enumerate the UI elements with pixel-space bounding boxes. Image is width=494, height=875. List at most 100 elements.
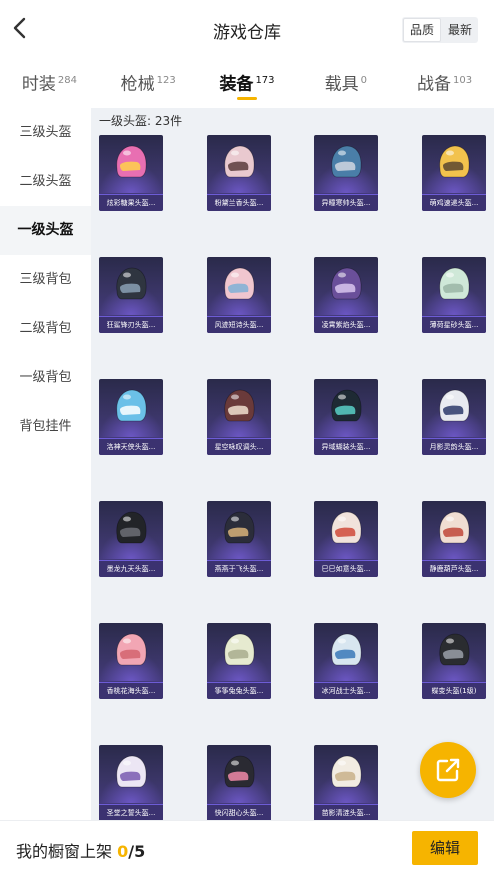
item-card[interactable]: 月影灵韵头盔... <box>422 379 486 455</box>
item-card[interactable]: 巳巳如意头盔... <box>314 501 378 577</box>
external-link-icon <box>436 758 460 782</box>
sidebar-item-level3-backpack[interactable]: 三级背包 <box>0 255 91 304</box>
header: 游戏仓库 品质 最新 <box>0 0 494 58</box>
item-name: 冰河战士头盔... <box>314 682 378 699</box>
item-name: 星空咏叹调头... <box>207 438 271 455</box>
tab-count: 103 <box>453 75 473 86</box>
bottom-bar: 我的橱窗上架 0/5 编辑 <box>0 820 494 875</box>
item-card[interactable]: 蝶变头盔(1级) <box>422 623 486 699</box>
tab-count: 173 <box>255 75 275 86</box>
helmet-icon <box>439 389 470 422</box>
item-name: 圣堂之誓头盔... <box>99 804 163 820</box>
sidebar-item-backpack-charm[interactable]: 背包挂件 <box>0 402 91 451</box>
helmet-icon <box>116 267 147 300</box>
helmet-icon <box>439 633 470 666</box>
helmet-icon <box>224 755 255 788</box>
item-card[interactable]: 薄荷星砂头盔... <box>422 257 486 333</box>
item-card[interactable]: 筝筝兔兔头盔... <box>207 623 271 699</box>
helmet-icon <box>224 633 255 666</box>
item-card[interactable]: 星空咏叹调头... <box>207 379 271 455</box>
item-name: 墨龙九天头盔... <box>99 560 163 577</box>
item-card[interactable]: 炫彩糖果头盔... <box>99 135 163 211</box>
sort-toggle[interactable]: 品质 最新 <box>401 17 478 43</box>
item-name: 巳巳如意头盔... <box>314 560 378 577</box>
item-card[interactable]: 萌鸡速递头盔... <box>422 135 486 211</box>
helmet-icon <box>116 755 147 788</box>
share-button[interactable] <box>420 742 476 798</box>
helmet-icon <box>331 145 362 178</box>
item-name: 炫彩糖果头盔... <box>99 194 163 211</box>
item-name: 苗影清涟头盔... <box>314 804 378 820</box>
helmet-icon <box>331 633 362 666</box>
item-card[interactable]: 香桃花海头盔... <box>99 623 163 699</box>
item-card[interactable]: 粉黛兰香头盔... <box>207 135 271 211</box>
item-name: 洛神天侠头盔... <box>99 438 163 455</box>
edit-button[interactable]: 编辑 <box>412 831 478 865</box>
item-card[interactable]: 冰河战士头盔... <box>314 623 378 699</box>
section-title: 一级头盔: 23件 <box>99 114 183 128</box>
item-name: 粉黛兰香头盔... <box>207 194 271 211</box>
sidebar-item-level3-helmet[interactable]: 三级头盔 <box>0 108 91 157</box>
sidebar-item-level2-backpack[interactable]: 二级背包 <box>0 304 91 353</box>
item-card[interactable]: 圣堂之誓头盔... <box>99 745 163 820</box>
helmet-icon <box>116 389 147 422</box>
item-name: 异瞳寒帅头盔... <box>314 194 378 211</box>
tab-gear[interactable]: 战备 103 <box>395 58 494 108</box>
tab-count: 284 <box>57 75 77 86</box>
item-name: 香桃花海头盔... <box>99 682 163 699</box>
item-card[interactable]: 洛神天侠头盔... <box>99 379 163 455</box>
tab-count: 0 <box>360 75 367 86</box>
helmet-icon <box>439 511 470 544</box>
item-card[interactable]: 狂鲨锋刃头盔... <box>99 257 163 333</box>
tab-fashion[interactable]: 时装 284 <box>0 58 99 108</box>
tab-count: 123 <box>156 75 176 86</box>
item-card[interactable]: 凌霄紫焰头盔... <box>314 257 378 333</box>
item-name: 筝筝兔兔头盔... <box>207 682 271 699</box>
helmet-icon <box>224 389 255 422</box>
item-name: 燕燕于飞头盔... <box>207 560 271 577</box>
item-card[interactable]: 静鹿葫芦头盔... <box>422 501 486 577</box>
tab-label: 装备 <box>219 74 254 95</box>
sort-option-quality[interactable]: 品质 <box>402 18 441 42</box>
item-card[interactable]: 苗影清涟头盔... <box>314 745 378 820</box>
item-grid-area[interactable]: 一级头盔: 23件 炫彩糖果头盔... 粉黛兰香头盔... 异瞳寒帅头盔... 萌鸡速… <box>91 108 494 820</box>
item-name: 异域蝴装头盔... <box>314 438 378 455</box>
helmet-icon <box>331 389 362 422</box>
item-name: 风迹短诗头盔... <box>207 316 271 333</box>
tab-label: 战备 <box>417 74 452 95</box>
item-card[interactable]: 异瞳寒帅头盔... <box>314 135 378 211</box>
helmet-icon <box>224 145 255 178</box>
item-card[interactable]: 风迹短诗头盔... <box>207 257 271 333</box>
tab-guns[interactable]: 枪械 123 <box>99 58 198 108</box>
sort-option-latest[interactable]: 最新 <box>442 17 478 43</box>
item-card[interactable]: 快闪甜心头盔... <box>207 745 271 820</box>
helmet-icon <box>116 633 147 666</box>
helmet-icon <box>331 755 362 788</box>
helmet-icon <box>116 145 147 178</box>
showcase-label: 我的橱窗上架 <box>16 842 118 861</box>
helmet-icon <box>439 267 470 300</box>
item-name: 狂鲨锋刃头盔... <box>99 316 163 333</box>
item-name: 蝶变头盔(1级) <box>422 682 486 699</box>
item-card[interactable]: 墨龙九天头盔... <box>99 501 163 577</box>
item-name: 快闪甜心头盔... <box>207 804 271 820</box>
subcategory-sidebar: 三级头盔 二级头盔 一级头盔 三级背包 二级背包 一级背包 背包挂件 <box>0 108 91 820</box>
tab-label: 时装 <box>21 74 56 95</box>
sidebar-item-level2-helmet[interactable]: 二级头盔 <box>0 157 91 206</box>
helmet-icon <box>331 511 362 544</box>
category-tabs: 时装 284 枪械 123 装备 173 载具 0 战备 103 <box>0 58 494 108</box>
helmet-icon <box>439 145 470 178</box>
item-card[interactable]: 燕燕于飞头盔... <box>207 501 271 577</box>
showcase-capacity: /5 <box>128 842 146 861</box>
tab-equipment[interactable]: 装备 173 <box>198 58 297 108</box>
showcase-count: 0 <box>117 842 129 861</box>
sidebar-item-level1-backpack[interactable]: 一级背包 <box>0 353 91 402</box>
item-card[interactable]: 异域蝴装头盔... <box>314 379 378 455</box>
sidebar-item-level1-helmet[interactable]: 一级头盔 <box>0 206 91 255</box>
tab-vehicles[interactable]: 载具 0 <box>296 58 395 108</box>
item-name: 月影灵韵头盔... <box>422 438 486 455</box>
item-name: 薄荷星砂头盔... <box>422 316 486 333</box>
tab-label: 枪械 <box>120 74 155 95</box>
helmet-icon <box>331 267 362 300</box>
helmet-icon <box>116 511 147 544</box>
